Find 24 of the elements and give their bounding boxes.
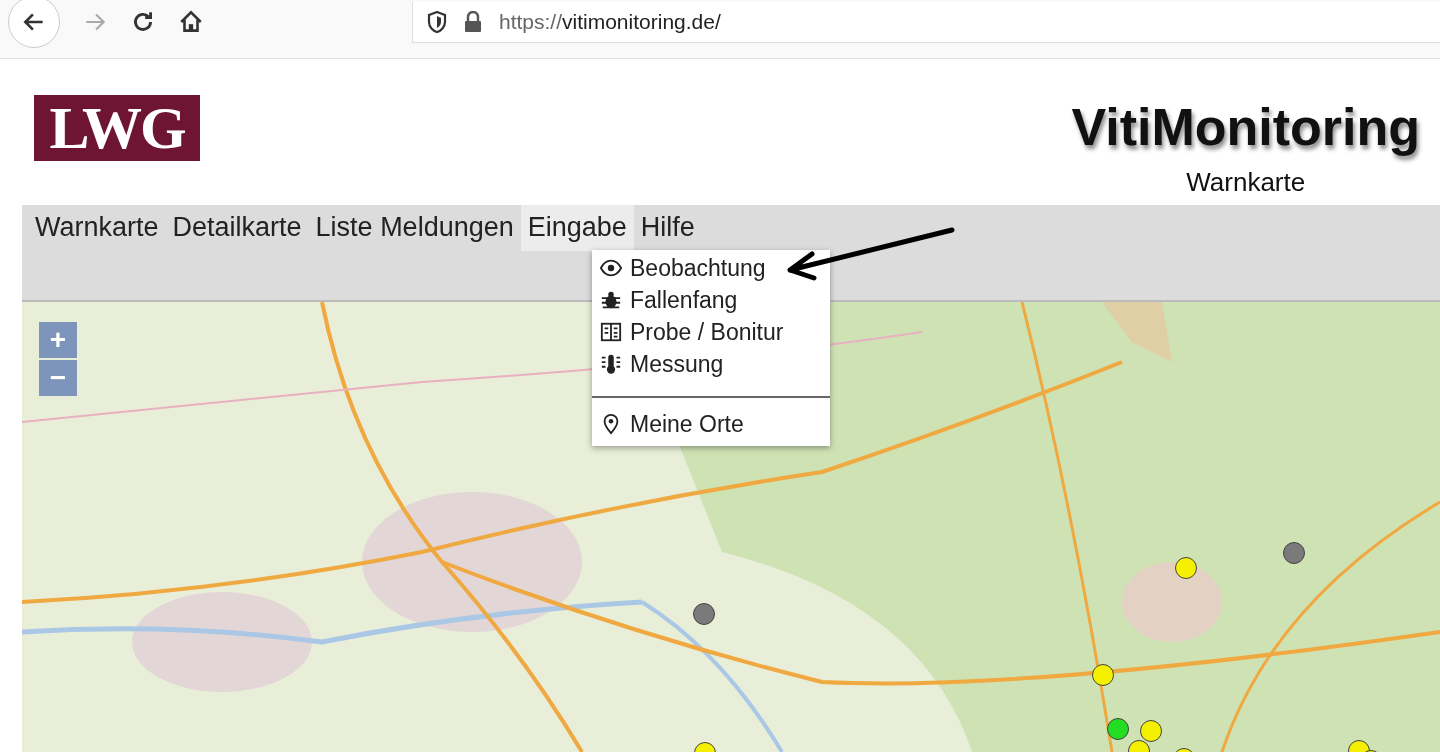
nav-item[interactable]: Detailkarte — [165, 205, 309, 251]
lock-icon — [463, 10, 483, 33]
menu-item[interactable]: Fallenfang — [592, 284, 830, 316]
site-title: VitiMonitoring — [1071, 97, 1420, 157]
menu-item[interactable]: Probe / Bonitur — [592, 316, 830, 348]
back-button[interactable] — [8, 0, 60, 48]
shield-icon — [427, 10, 447, 33]
nav-item[interactable]: Eingabe — [520, 205, 634, 251]
home-icon — [178, 9, 204, 35]
url-text: https://vitimonitoring.de/ — [499, 9, 721, 34]
menu-item[interactable]: Beobachtung — [592, 252, 830, 284]
page-subtitle: Warnkarte — [1186, 167, 1306, 198]
home-button[interactable] — [178, 9, 204, 35]
address-bar[interactable]: https://vitimonitoring.de/ — [412, 1, 1440, 43]
sample-icon — [600, 321, 622, 343]
nav-item[interactable]: Hilfe — [633, 205, 702, 251]
eye-icon — [600, 257, 622, 279]
thermometer-icon — [600, 353, 622, 375]
nav-item[interactable]: Warnkarte — [28, 205, 166, 251]
nav-item[interactable]: Liste Meldungen — [308, 205, 521, 251]
bug-icon — [600, 289, 622, 311]
menu-item[interactable]: Meine Orte — [592, 408, 830, 440]
logo: LWG — [34, 95, 200, 161]
menu-item[interactable]: Messung — [592, 348, 830, 380]
